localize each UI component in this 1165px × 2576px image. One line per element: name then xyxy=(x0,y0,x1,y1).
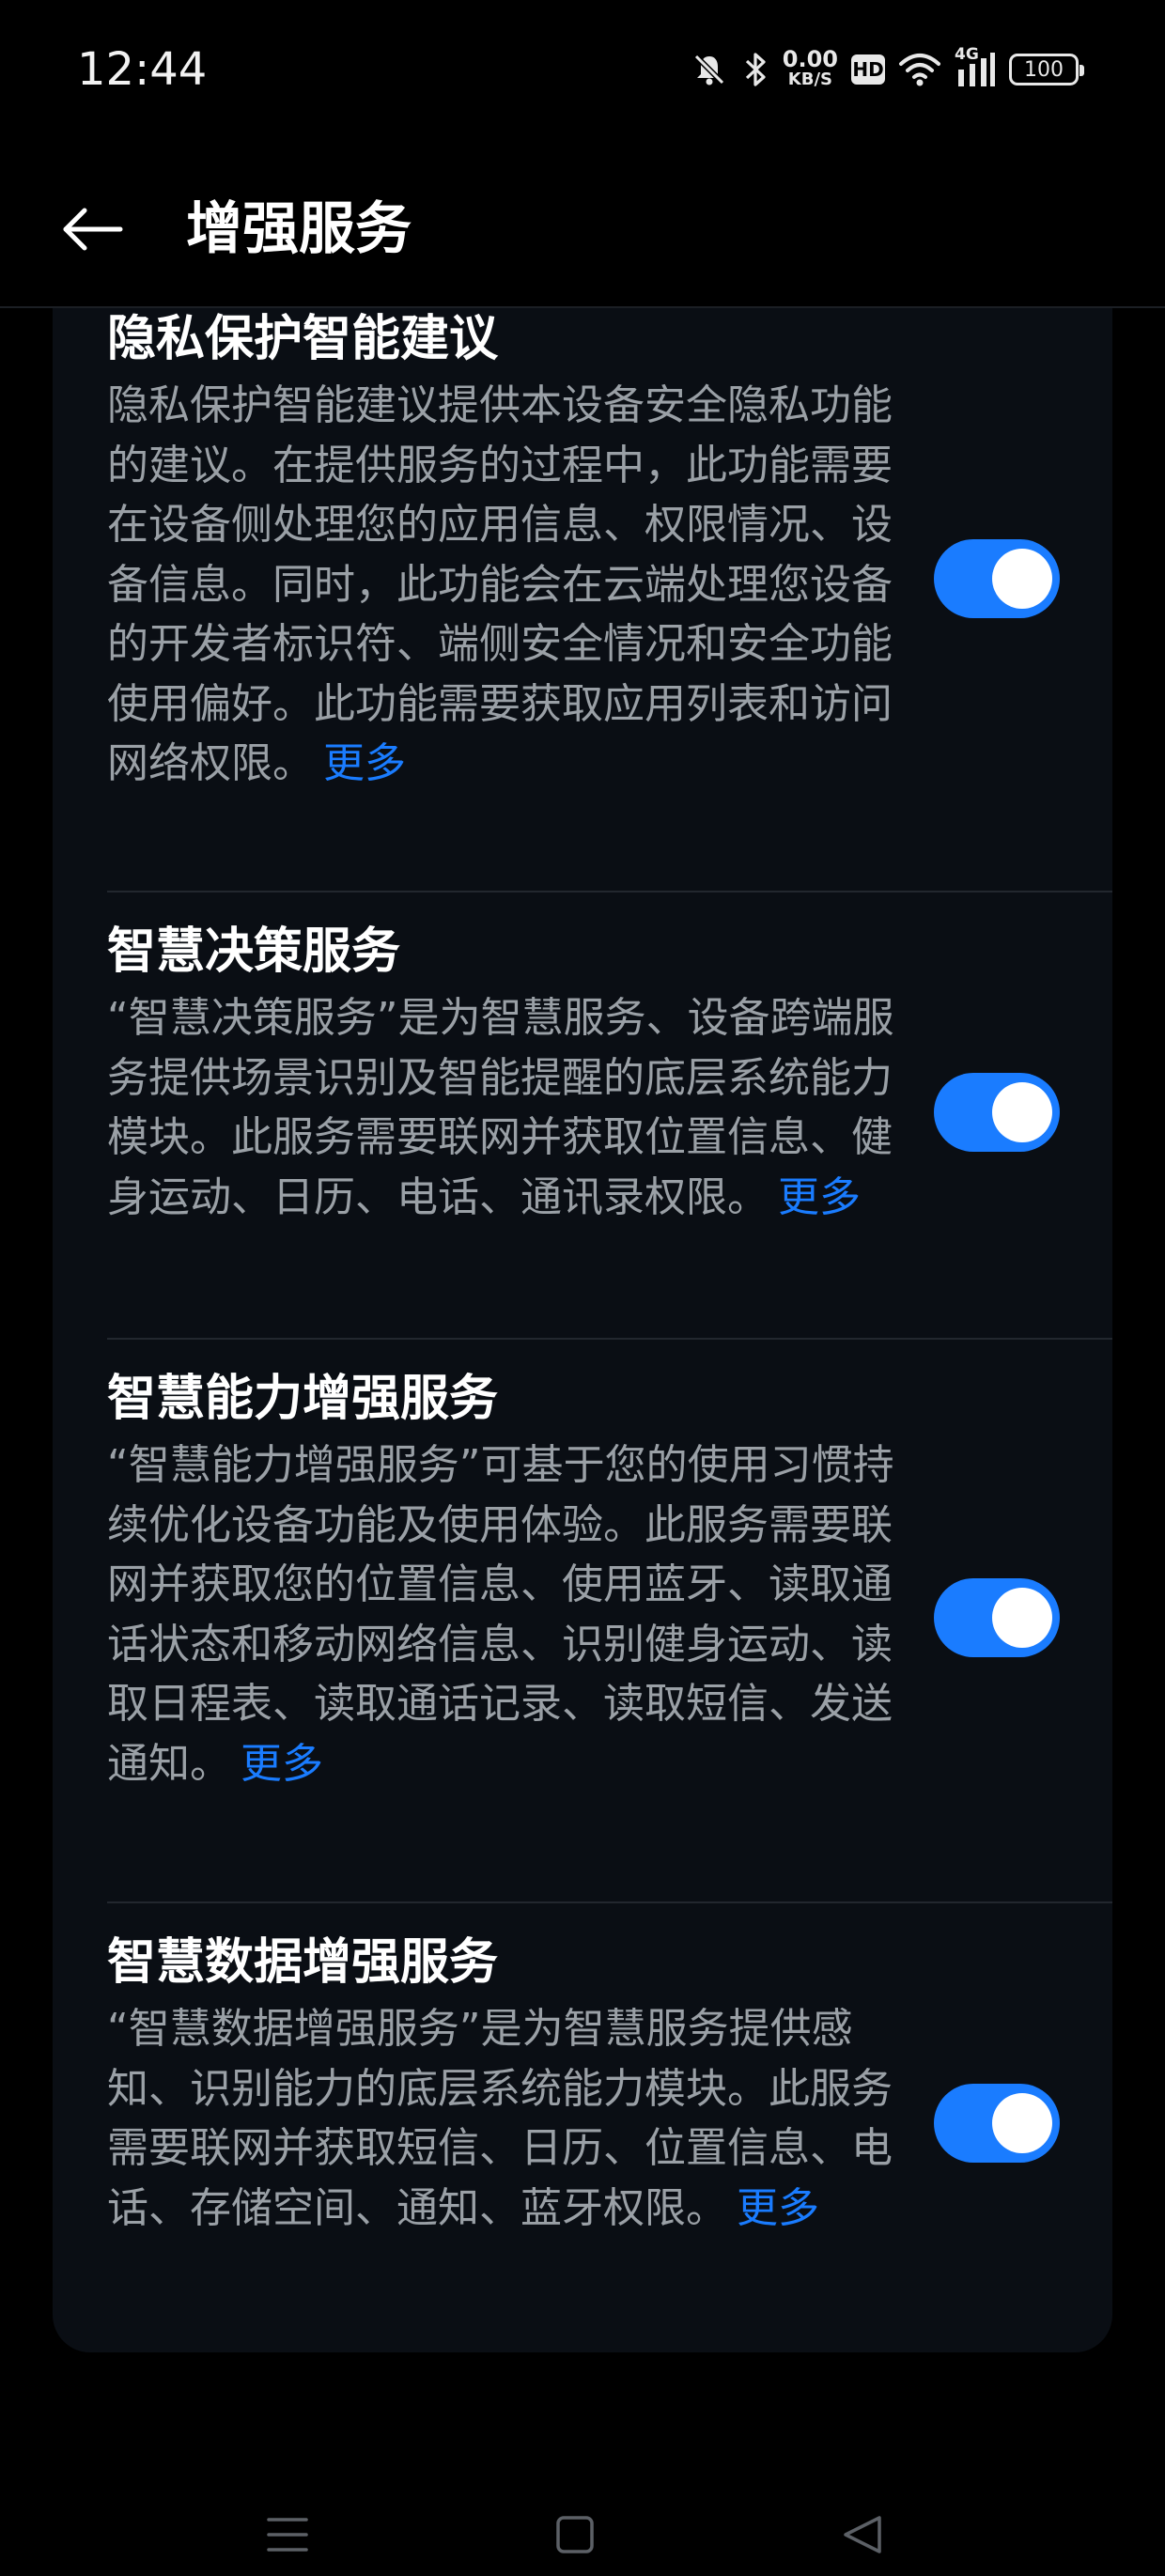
app-header: 增强服务 xyxy=(0,141,1165,308)
more-link[interactable]: 更多 xyxy=(737,2184,819,2232)
service-description: “智慧数据增强服务”是为智慧服务提供感知、识别能力的底层系统能力模块。此服务需要… xyxy=(107,1999,896,2238)
triangle-back-icon xyxy=(844,2516,881,2553)
service-title: 隐私保护智能建议 xyxy=(107,311,499,367)
arrow-left-icon xyxy=(63,208,123,251)
divider xyxy=(107,1901,1112,1903)
toggle-privacy-suggestions[interactable] xyxy=(934,539,1060,618)
service-description-text: “智慧决策服务”是为智慧服务、设备跨端服务提供场景识别及智能提醒的底层系统能力模… xyxy=(107,994,894,1221)
signal-icon: 4G xyxy=(955,45,996,88)
divider xyxy=(107,891,1112,892)
battery-indicator: 100 xyxy=(1009,54,1084,85)
wifi-icon xyxy=(898,51,941,88)
signal-label: 4G xyxy=(955,45,979,64)
bluetooth-icon xyxy=(741,51,769,88)
service-description: “智慧决策服务”是为智慧服务、设备跨端服务提供场景识别及智能提醒的底层系统能力模… xyxy=(107,988,896,1227)
more-link[interactable]: 更多 xyxy=(778,1173,861,1221)
more-link[interactable]: 更多 xyxy=(323,739,406,787)
service-description: “智慧能力增强服务”可基于您的使用习惯持续优化设备功能及使用体验。此服务需要联网… xyxy=(107,1435,896,1793)
toggle-knob xyxy=(992,1588,1052,1648)
page-title: 增强服务 xyxy=(186,196,412,262)
bell-off-icon xyxy=(691,51,728,88)
back-nav-button[interactable] xyxy=(834,2506,891,2563)
menu-icon xyxy=(267,2518,308,2552)
network-speed: 0.00 KB/S xyxy=(782,46,838,90)
more-link[interactable]: 更多 xyxy=(241,1740,323,1788)
hd-badge: HD xyxy=(851,54,885,85)
service-title: 智慧数据增强服务 xyxy=(107,1934,499,1991)
toggle-smart-capability[interactable] xyxy=(934,1578,1060,1657)
toggle-smart-decision[interactable] xyxy=(934,1073,1060,1152)
network-speed-value: 0.00 xyxy=(782,46,838,72)
toggle-smart-data[interactable] xyxy=(934,2084,1060,2163)
toggle-knob xyxy=(992,2093,1052,2153)
service-item-smart-decision: 智慧决策服务 “智慧决策服务”是为智慧服务、设备跨端服务提供场景识别及智能提醒的… xyxy=(107,919,1112,1227)
divider xyxy=(107,1338,1112,1340)
square-home-icon xyxy=(556,2516,594,2553)
toggle-knob xyxy=(992,549,1052,609)
network-speed-unit: KB/S xyxy=(787,70,832,89)
toggle-knob xyxy=(992,1082,1052,1142)
status-icons: 0.00 KB/S HD 4G 100 xyxy=(691,41,1084,98)
service-title: 智慧决策服务 xyxy=(107,923,401,980)
service-description-text: 隐私保护智能建议提供本设备安全隐私功能的建议。在提供服务的过程中，此功能需要在设… xyxy=(107,381,893,787)
home-button[interactable] xyxy=(547,2506,603,2563)
status-time: 12:44 xyxy=(77,43,208,96)
service-description-text: “智慧能力增强服务”可基于您的使用习惯持续优化设备功能及使用体验。此服务需要联网… xyxy=(107,1441,894,1788)
system-nav-bar xyxy=(0,2480,1165,2576)
back-button[interactable] xyxy=(53,190,132,269)
service-title: 智慧能力增强服务 xyxy=(107,1371,499,1427)
menu-button[interactable] xyxy=(259,2506,316,2563)
services-card: 隐私保护智能建议 隐私保护智能建议提供本设备安全隐私功能的建议。在提供服务的过程… xyxy=(53,308,1112,2352)
service-description: 隐私保护智能建议提供本设备安全隐私功能的建议。在提供服务的过程中，此功能需要在设… xyxy=(107,376,896,794)
status-bar: 12:44 0.00 KB/S HD 4G 100 xyxy=(0,0,1165,141)
service-item-smart-data: 智慧数据增强服务 “智慧数据增强服务”是为智慧服务提供感知、识别能力的底层系统能… xyxy=(107,1930,1112,2238)
